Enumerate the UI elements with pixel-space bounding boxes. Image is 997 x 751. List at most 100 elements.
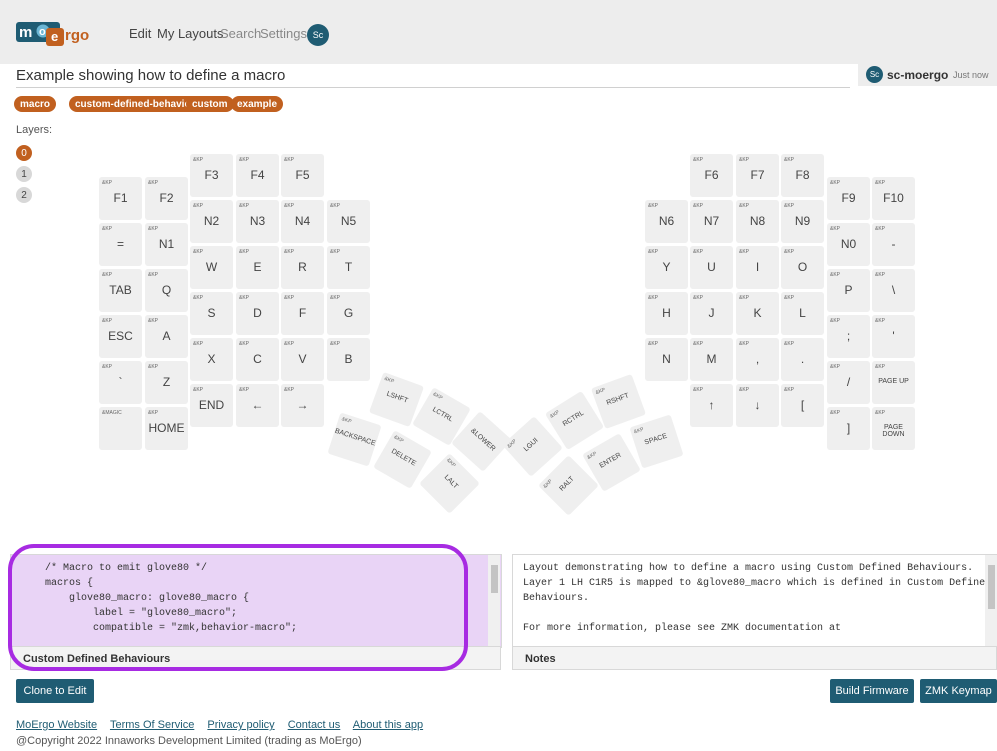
nav-settings[interactable]: Settings [260,26,307,41]
key-n9[interactable]: &KP N9 [781,200,824,243]
key-f9[interactable]: &KP F9 [827,177,870,220]
key-q[interactable]: &KP Q [145,269,188,312]
key-esc[interactable]: &KP ESC [99,315,142,358]
key-comma[interactable]: &KP, [736,338,779,381]
key-dot[interactable]: &KP. [781,338,824,381]
key-end[interactable]: &KP END [190,384,233,427]
key-lalt[interactable]: &KP LALT [419,453,480,514]
key-j[interactable]: &KP J [690,292,733,335]
key-n[interactable]: &KP N [645,338,688,381]
key-n4[interactable]: &KP N4 [281,200,324,243]
notes-text[interactable]: Layout demonstrating how to define a mac… [513,555,997,642]
notes-editor[interactable]: Layout demonstrating how to define a mac… [512,554,997,648]
footer-link-terms[interactable]: Terms Of Service [110,719,194,731]
key-z[interactable]: &KP Z [145,361,188,404]
key-left[interactable]: &KP ← [236,384,279,427]
key-f5[interactable]: &KP F5 [281,154,324,197]
key-behaviour: &KP [239,203,250,209]
build-firmware-button[interactable]: Build Firmware [830,679,914,703]
nav-my-layouts[interactable]: My Layouts [157,26,223,41]
footer-link-about[interactable]: About this app [353,719,423,731]
layer-button-0[interactable]: 0 [16,145,32,161]
key-i[interactable]: &KP I [736,246,779,289]
key-f6[interactable]: &KP F6 [690,154,733,197]
key-b[interactable]: &KP B [327,338,370,381]
key-f4[interactable]: &KP F4 [236,154,279,197]
key-f[interactable]: &KP F [281,292,324,335]
scrollbar-thumb[interactable] [491,565,498,593]
key-c[interactable]: &KP C [236,338,279,381]
key-n0[interactable]: &KP N0 [827,223,870,266]
layer-button-2[interactable]: 2 [16,187,32,203]
key-down[interactable]: &KP ↓ [736,384,779,427]
key-d[interactable]: &KP D [236,292,279,335]
footer-link-contact[interactable]: Contact us [288,719,341,731]
key-home[interactable]: &KP HOME [145,407,188,450]
key-n5[interactable]: &KP N5 [327,200,370,243]
key-v[interactable]: &KP V [281,338,324,381]
tag-example[interactable]: example [231,96,284,112]
key-f10[interactable]: &KP F10 [872,177,915,220]
key-space[interactable]: &KP SPACE [629,414,684,469]
key-eq[interactable]: &KP = [99,223,142,266]
key-w[interactable]: &KP W [190,246,233,289]
key-y[interactable]: &KP Y [645,246,688,289]
key-f3[interactable]: &KP F3 [190,154,233,197]
key-n8[interactable]: &KP N8 [736,200,779,243]
key-a[interactable]: &KP A [145,315,188,358]
key-rbkt[interactable]: &KP] [827,407,870,450]
scrollbar-thumb[interactable] [988,565,995,609]
key-r[interactable]: &KP R [281,246,324,289]
key-tab[interactable]: &KP TAB [99,269,142,312]
key-s[interactable]: &KP S [190,292,233,335]
key-up[interactable]: &KP ↑ [690,384,733,427]
key-quote[interactable]: &KP ' [872,315,915,358]
key-h[interactable]: &KP H [645,292,688,335]
key-p[interactable]: &KP P [827,269,870,312]
key-magic[interactable]: &MAGIC [99,407,142,450]
key-bksp[interactable]: &KP BACKSPACE [327,412,382,467]
tag-custom[interactable]: custom [186,96,234,112]
footer-link-privacy[interactable]: Privacy policy [207,719,274,731]
footer-link-website[interactable]: MoErgo Website [16,719,97,731]
user-avatar-nav[interactable]: Sc [307,24,329,46]
key-n3[interactable]: &KP N3 [236,200,279,243]
key-f7[interactable]: &KP F7 [736,154,779,197]
key-g[interactable]: &KP G [327,292,370,335]
tag-macro[interactable]: macro [14,96,57,112]
key-bslash[interactable]: &KP \ [872,269,915,312]
nav-search[interactable]: Search [220,26,261,41]
moergo-logo[interactable]: m o e rgo [16,18,106,48]
key-slash[interactable]: &KP / [827,361,870,404]
key-f8[interactable]: &KP F8 [781,154,824,197]
key-n2[interactable]: &KP N2 [190,200,233,243]
key-t[interactable]: &KP T [327,246,370,289]
key-lbkt[interactable]: &KP [ [781,384,824,427]
key-right[interactable]: &KP → [281,384,324,427]
key-minus[interactable]: &KP - [872,223,915,266]
key-pgup[interactable]: &KP PAGE UP [872,361,915,404]
key-m[interactable]: &KP M [690,338,733,381]
key-f2[interactable]: &KP F2 [145,177,188,220]
key-e[interactable]: &KP E [236,246,279,289]
key-pgdn[interactable]: &KP PAGE DOWN [872,407,915,450]
layer-button-1[interactable]: 1 [16,166,32,182]
key-semi[interactable]: &KP; [827,315,870,358]
notes-scrollbar[interactable] [985,555,997,647]
nav-edit[interactable]: Edit [129,26,151,41]
key-u[interactable]: &KP U [690,246,733,289]
custom-behaviours-scrollbar[interactable] [488,555,500,647]
key-n1[interactable]: &KP N1 [145,223,188,266]
clone-to-edit-button[interactable]: Clone to Edit [16,679,94,703]
key-n7[interactable]: &KP N7 [690,200,733,243]
key-k[interactable]: &KP K [736,292,779,335]
zmk-keymap-button[interactable]: ZMK Keymap [920,679,997,703]
key-grave[interactable]: &KP ` [99,361,142,404]
key-behaviour: &KP [148,272,159,278]
key-f1[interactable]: &KP F1 [99,177,142,220]
layout-title-input[interactable]: Example showing how to define a macro [16,64,850,88]
key-x[interactable]: &KP X [190,338,233,381]
key-l[interactable]: &KP L [781,292,824,335]
key-n6[interactable]: &KP N6 [645,200,688,243]
key-o[interactable]: &KP O [781,246,824,289]
